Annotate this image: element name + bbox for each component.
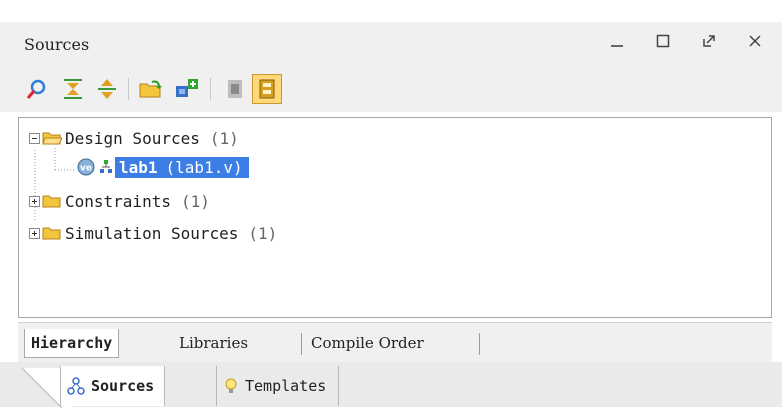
tree-item-count: (1) — [248, 223, 278, 243]
panel-header: Sources — [0, 22, 782, 64]
search-icon[interactable] — [22, 74, 52, 104]
add-sources-icon[interactable] — [172, 74, 202, 104]
tab-sources[interactable]: Sources — [60, 366, 166, 406]
expand-icon[interactable] — [29, 195, 40, 207]
tab-label: Sources — [91, 377, 155, 395]
tab-templates[interactable]: Templates — [216, 366, 340, 406]
tree-item-design-sources[interactable]: Design Sources (1) — [29, 125, 239, 151]
collapse-icon[interactable] — [29, 132, 40, 144]
hierarchy-module-icon — [100, 160, 112, 173]
tab-hierarchy[interactable]: Hierarchy — [24, 329, 120, 358]
tree-item-simulation-sources[interactable]: Simulation Sources (1) — [29, 220, 277, 246]
maximize-icon[interactable] — [650, 28, 676, 54]
open-folder-icon[interactable] — [136, 74, 166, 104]
tab-compile-order[interactable]: Compile Order — [305, 329, 430, 357]
verilog-file-icon: ve — [77, 158, 95, 176]
tab-libraries[interactable]: Libraries — [173, 329, 254, 357]
sources-tree: Design Sources (1) ve lab1 (lab1.v) Const… — [18, 117, 772, 318]
lightbulb-icon — [225, 378, 237, 393]
view-tabs: Hierarchy Libraries Compile Order — [18, 322, 772, 363]
tree-item-label: lab1 — [119, 157, 158, 177]
folder-icon — [42, 227, 61, 240]
collapse-all-icon[interactable] — [58, 74, 88, 104]
folder-icon — [42, 195, 61, 208]
svg-text:ve: ve — [80, 164, 92, 174]
toolbar-separator — [128, 78, 129, 100]
toolbar-separator — [210, 78, 211, 100]
tree-item-label: Constraints — [65, 191, 171, 211]
toolbar — [0, 64, 782, 112]
bottom-tabs: Sources Templates — [0, 362, 782, 408]
close-icon[interactable] — [742, 28, 768, 54]
tree-item-filename: (lab1.v) — [165, 157, 243, 177]
show-hierarchy-icon[interactable] — [252, 74, 282, 104]
tree-item-count: (1) — [209, 128, 239, 148]
window-controls — [604, 28, 768, 54]
tab-separator — [301, 333, 302, 355]
tab-label: Templates — [245, 377, 327, 395]
minimize-icon[interactable] — [604, 28, 630, 54]
tree-item-lab1[interactable]: ve lab1 (lab1.v) — [76, 154, 249, 180]
selected-tree-item[interactable]: lab1 (lab1.v) — [115, 156, 249, 178]
expand-icon[interactable] — [29, 227, 40, 239]
expand-all-icon[interactable] — [92, 74, 122, 104]
float-icon[interactable] — [696, 28, 722, 54]
tree-item-label: Simulation Sources — [65, 223, 239, 243]
tree-item-count: (1) — [180, 191, 210, 211]
tab-separator — [479, 333, 480, 355]
tree-item-label: Design Sources — [65, 128, 200, 148]
folder-open-icon — [42, 132, 62, 145]
document-icon[interactable] — [220, 74, 250, 104]
tree-item-constraints[interactable]: Constraints (1) — [29, 188, 210, 214]
sources-icon — [67, 377, 85, 395]
panel-title: Sources — [24, 35, 90, 54]
